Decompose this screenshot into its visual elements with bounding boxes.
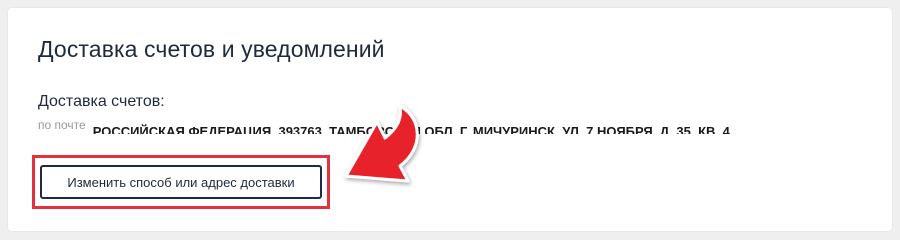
delivery-info-row: по почте РОССИЙСКАЯ ФЕДЕРАЦИЯ, 393763, ТА… xyxy=(38,118,798,134)
delivery-method-text: по почте xyxy=(38,118,86,132)
invoice-delivery-label: Доставка счетов: xyxy=(38,93,165,110)
delivery-settings-card: Доставка счетов и уведомлений Доставка с… xyxy=(8,8,892,231)
page-title: Доставка счетов и уведомлений xyxy=(38,36,385,62)
delivery-address-text: РОССИЙСКАЯ ФЕДЕРАЦИЯ, 393763, ТАМБОВСКАЯ… xyxy=(92,124,730,135)
change-delivery-button[interactable]: Изменить способ или адрес доставки xyxy=(40,165,322,199)
